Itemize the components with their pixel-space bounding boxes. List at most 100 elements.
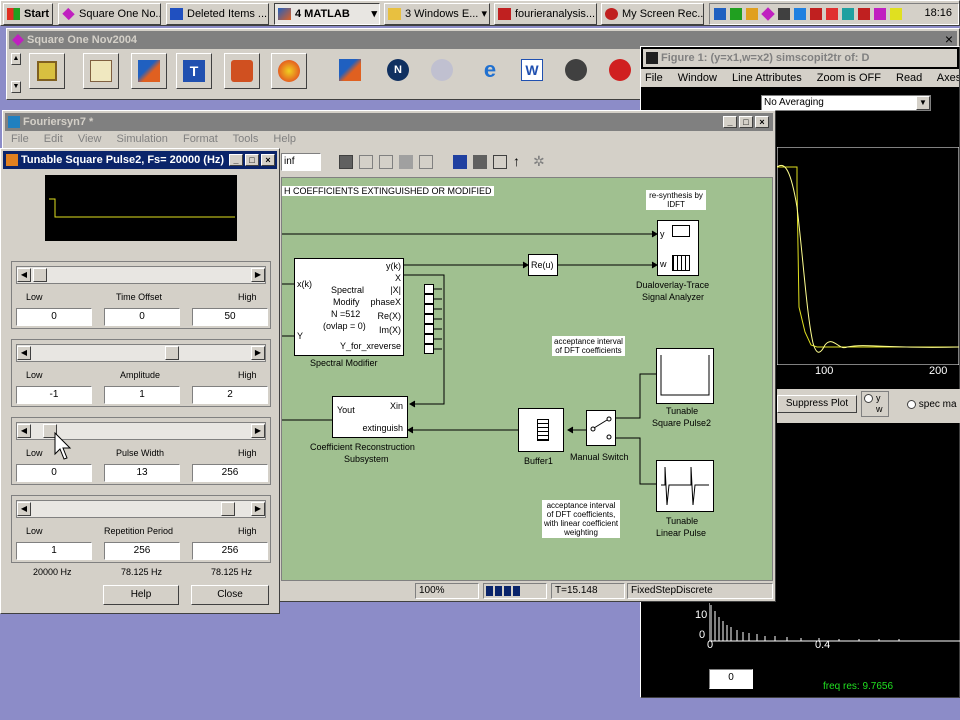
tunable-linear-pulse-block[interactable]: [656, 460, 714, 512]
launcher-realplayer-icon[interactable]: [603, 53, 639, 89]
debug-icon[interactable]: [473, 155, 487, 169]
maximize-button[interactable]: □: [739, 116, 753, 128]
pulse-width-high-field[interactable]: 256: [192, 464, 268, 482]
spec-radio[interactable]: spec ma: [907, 399, 957, 410]
close-dialog-button[interactable]: Close: [191, 585, 269, 605]
repetition-period-slider[interactable]: ◀ ▶: [16, 500, 266, 518]
task-square-one[interactable]: Square One No...: [58, 3, 161, 25]
launcher-matlab2-icon[interactable]: [333, 53, 369, 89]
maximize-button[interactable]: □: [245, 154, 259, 166]
tray-icon-11[interactable]: [874, 8, 886, 20]
tray-icon-8[interactable]: [826, 8, 838, 20]
task-fourieranalysis[interactable]: fourieranalysis...: [494, 3, 597, 25]
amplitude-slider[interactable]: ◀ ▶: [16, 344, 266, 362]
averaging-dropdown[interactable]: No Averaging ▼: [761, 95, 931, 111]
pulse-dialog-titlebar[interactable]: Tunable Square Pulse2, Fs= 20000 (Hz) _ …: [3, 151, 277, 169]
menu-view[interactable]: View: [78, 133, 102, 145]
slider-left-arrow[interactable]: ◀: [17, 268, 31, 282]
tray-icon-2[interactable]: [730, 8, 742, 20]
launcher-powerpoint-icon[interactable]: [224, 53, 260, 89]
grid-icon[interactable]: [359, 155, 373, 169]
menu-zoom[interactable]: Zoom is OFF: [817, 72, 881, 84]
up-arrow-icon[interactable]: ↑: [513, 153, 520, 169]
tunable-square-pulse-block[interactable]: [656, 348, 714, 404]
slider-thumb[interactable]: [221, 502, 235, 516]
minimize-button[interactable]: _: [723, 116, 737, 128]
coefficient-reconstruction-block[interactable]: Yout Xin extinguish: [332, 396, 408, 438]
menu-format[interactable]: Format: [183, 133, 218, 145]
slider-right-arrow[interactable]: ▶: [251, 268, 265, 282]
tray-icon-1[interactable]: [714, 8, 726, 20]
tray-icon-7[interactable]: [810, 8, 822, 20]
slider-left-arrow[interactable]: ◀: [17, 502, 31, 516]
launcher-speaker-icon[interactable]: [559, 53, 595, 89]
menu-file[interactable]: File: [645, 72, 663, 84]
buffer-block[interactable]: [518, 408, 564, 452]
pulse-width-value-field[interactable]: 13: [104, 464, 180, 482]
stop-time-field[interactable]: inf: [281, 153, 321, 171]
signal-analyzer-block[interactable]: y w: [657, 220, 699, 276]
pulse-width-low-field[interactable]: 0: [16, 464, 92, 482]
launcher-word-icon[interactable]: W: [515, 53, 551, 89]
amplitude-high-field[interactable]: 2: [192, 386, 268, 404]
reu-block[interactable]: Re(u): [528, 254, 558, 276]
figure-value-field[interactable]: 0: [709, 669, 753, 689]
tray-icon-12[interactable]: [890, 8, 902, 20]
menu-edit[interactable]: Edit: [44, 133, 63, 145]
explorer-icon[interactable]: [493, 155, 507, 169]
launcher-media-icon[interactable]: [271, 53, 307, 89]
tray-icon-6[interactable]: [794, 8, 806, 20]
launcher-webcam-icon[interactable]: [425, 53, 461, 89]
model-browser-icon[interactable]: [453, 155, 467, 169]
time-offset-value-field[interactable]: 0: [104, 308, 180, 326]
scroll-up-button[interactable]: ▲: [11, 53, 21, 65]
launcher-matlab-icon[interactable]: [131, 53, 167, 89]
launcher-textpad-icon[interactable]: T: [176, 53, 212, 89]
menu-line-attributes[interactable]: Line Attributes: [732, 72, 802, 84]
time-offset-low-field[interactable]: 0: [16, 308, 92, 326]
launcher-ie-icon[interactable]: e: [473, 53, 509, 89]
manual-switch-block[interactable]: [586, 410, 616, 446]
menu-file[interactable]: File: [11, 133, 29, 145]
minimize-button[interactable]: _: [229, 154, 243, 166]
menu-window[interactable]: Window: [678, 72, 717, 84]
task-deleted-items[interactable]: Deleted Items ...: [166, 3, 269, 25]
menu-read[interactable]: Read: [896, 72, 922, 84]
radio-spec-icon[interactable]: [907, 399, 916, 409]
chevron-down-icon[interactable]: ▼: [916, 96, 930, 110]
start-button[interactable]: Start: [3, 3, 53, 25]
launcher-photo-icon[interactable]: [29, 53, 65, 89]
task-matlab[interactable]: 4 MATLAB ▾: [274, 3, 380, 25]
amplitude-value-field[interactable]: 1: [104, 386, 180, 404]
close-button[interactable]: ×: [261, 154, 275, 166]
tray-icon-4[interactable]: [761, 7, 775, 21]
slider-left-arrow[interactable]: ◀: [17, 424, 31, 438]
table-icon[interactable]: [379, 155, 393, 169]
stack-icon[interactable]: [399, 155, 413, 169]
amplitude-low-field[interactable]: -1: [16, 386, 92, 404]
figure-titlebar[interactable]: Figure 1: (y=x1,w=x2) simscopit2tr of: D: [643, 49, 957, 67]
menu-help[interactable]: Help: [273, 133, 296, 145]
square-one-close-button[interactable]: ×: [945, 31, 953, 47]
menu-tools[interactable]: Tools: [233, 133, 259, 145]
settings-icon[interactable]: ✲: [533, 153, 545, 170]
task-windows-explorer[interactable]: 3 Windows E... ▾: [384, 3, 490, 25]
menu-axes[interactable]: Axes: [937, 72, 959, 84]
tray-icon-9[interactable]: [842, 8, 854, 20]
tray-icon-10[interactable]: [858, 8, 870, 20]
slider-thumb[interactable]: [33, 268, 47, 282]
repetition-low-field[interactable]: 1: [16, 542, 92, 560]
simulink-titlebar[interactable]: Fouriersyn7 * _ □ ×: [5, 113, 773, 131]
yw-radio-group[interactable]: y w: [861, 391, 889, 417]
time-offset-slider[interactable]: ◀ ▶: [16, 266, 266, 284]
library-browser-icon[interactable]: [339, 155, 353, 169]
slider-right-arrow[interactable]: ▶: [251, 346, 265, 360]
launcher-notes-icon[interactable]: [83, 53, 119, 89]
build-icon[interactable]: [419, 155, 433, 169]
launcher-netscape-icon[interactable]: N: [381, 53, 417, 89]
repetition-value-field[interactable]: 256: [104, 542, 180, 560]
close-button[interactable]: ×: [755, 116, 769, 128]
spectral-modifier-block[interactable]: x(k) Y Spectral Modify N =512 (ovlap = 0…: [294, 258, 404, 356]
time-offset-high-field[interactable]: 50: [192, 308, 268, 326]
tray-icon-5[interactable]: [778, 8, 790, 20]
